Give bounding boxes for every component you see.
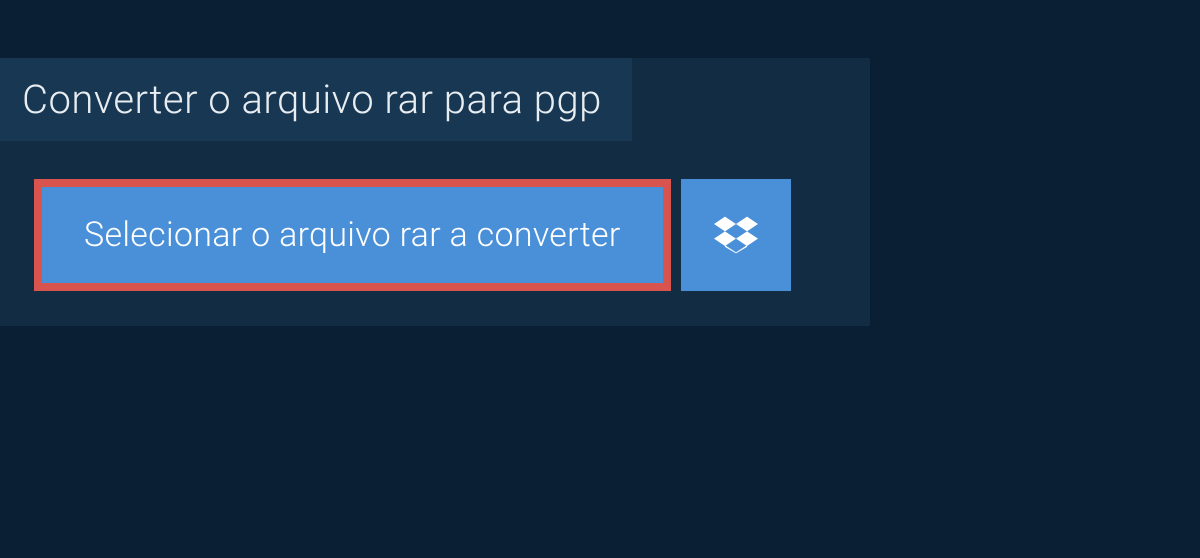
title-tab: Converter o arquivo rar para pgp	[0, 58, 632, 141]
panel-title: Converter o arquivo rar para pgp	[22, 76, 602, 123]
select-file-button[interactable]: Selecionar o arquivo rar a converter	[34, 179, 671, 291]
select-file-button-label: Selecionar o arquivo rar a converter	[84, 215, 621, 255]
converter-panel: Converter o arquivo rar para pgp Selecio…	[0, 58, 870, 326]
dropbox-button[interactable]	[681, 179, 791, 291]
dropbox-icon	[714, 213, 758, 257]
button-row: Selecionar o arquivo rar a converter	[34, 179, 870, 291]
